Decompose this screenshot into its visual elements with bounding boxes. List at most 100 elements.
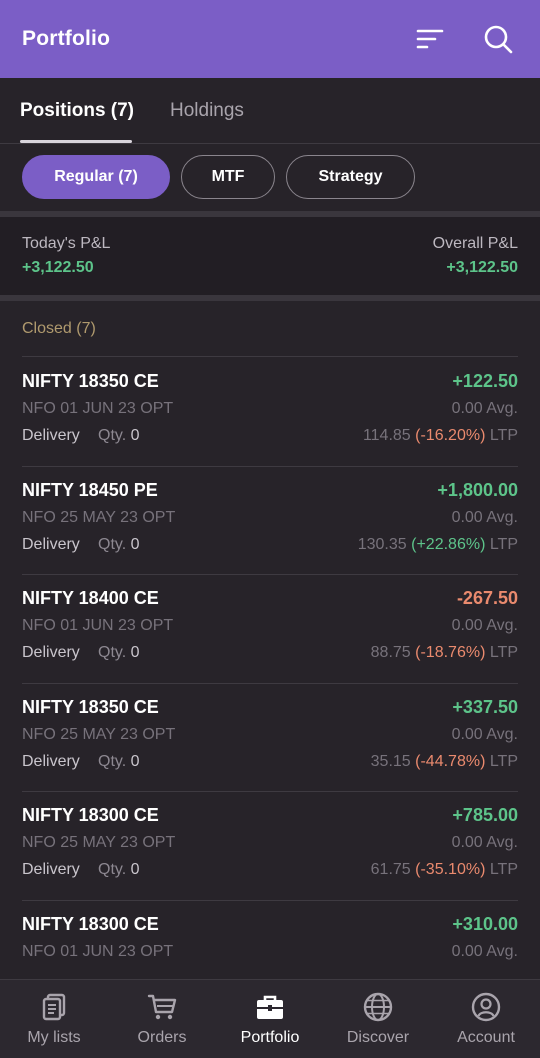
position-pnl: -267.50 [456,588,518,608]
filter-icon [416,29,444,49]
nav-label: Portfolio [240,1029,300,1046]
position-qty: Qty. 0 [98,644,140,662]
position-product: Delivery [22,644,80,661]
nav-account[interactable]: Account [432,980,540,1058]
position-avg-price: 0.00 Avg. [451,400,518,417]
todays-pnl-value: +3,122.50 [22,259,94,276]
position-pnl: +785.00 [452,805,518,825]
qty-value: 0 [130,427,140,444]
position-row[interactable]: NIFTY 18450 PE +1,800.00 NFO 25 MAY 23 OPT… [0,466,540,574]
position-symbol: NIFTY 18450 PE [22,479,158,500]
lists-icon [42,993,66,1021]
qty-value: 0 [130,535,140,553]
section-separator [0,295,540,301]
position-ltp: 35.15 (-44.78%) LTP [371,753,518,771]
position-pnl: +1,800.00 [437,479,518,500]
nav-my-lists[interactable]: My lists [0,980,108,1058]
ltp-change: (-18.76%) [415,644,486,661]
position-exchange: NFO 25 MAY 23 OPT [22,725,176,743]
position-pnl: +310.00 [452,913,518,934]
qty-value: 0 [130,861,140,878]
page-title: Portfolio [22,27,111,50]
position-ltp: 114.85 (-16.20%) LTP [363,427,518,445]
ltp-change: (-35.10%) [415,861,486,878]
nav-portfolio[interactable]: Portfolio [216,980,324,1058]
search-button[interactable] [478,19,518,59]
position-type-chips: Regular (7) MTF Strategy [0,145,540,211]
overall-pnl-value: +3,122.50 [446,259,518,276]
position-avg-price: 0.00 Avg. [451,725,518,743]
position-symbol: NIFTY 18350 CE [22,696,159,717]
closed-section-label: Closed (7) [22,320,96,337]
position-avg-price: 0.00 Avg. [451,834,518,851]
qty-value: 0 [130,752,140,770]
ltp-value: 130.35 [357,535,407,553]
position-row[interactable]: NIFTY 18350 CE +337.50 NFO 25 MAY 23 OPT 0.… [0,683,540,791]
overall-pnl-label: Overall P&L [432,235,518,252]
qty-label: Qty. [98,427,127,444]
position-exchange: NFO 01 JUN 23 OPT [22,400,174,417]
position-ltp: 61.75 (-35.10%) LTP [371,861,518,879]
chip-mtf[interactable]: MTF [181,155,275,199]
briefcase-icon [257,995,283,1019]
qty-label: Qty. [98,752,127,770]
ltp-label: LTP [489,427,518,444]
filter-button[interactable] [410,19,450,59]
position-qty: Qty. 0 [98,861,140,879]
tab-positions[interactable]: Positions (7) [20,100,134,122]
portfolio-tabs: Positions (7) Holdings [0,78,540,144]
position-row[interactable]: NIFTY 18400 CE -267.50 NFO 01 JUN 23 OPT 0.… [0,574,540,682]
pnl-summary: Today's P&L +3,122.50 Overall P&L +3,122… [0,217,540,295]
position-symbol: NIFTY 18400 CE [22,588,159,608]
ltp-value: 114.85 [362,427,411,444]
position-exchange: NFO 01 JUN 23 OPT [22,942,174,960]
position-exchange: NFO 01 JUN 23 OPT [22,617,174,634]
position-symbol: NIFTY 18300 CE [22,913,159,934]
qty-label: Qty. [98,644,127,661]
search-icon [484,25,513,54]
cart-icon [147,994,177,1020]
qty-label: Qty. [98,861,127,878]
position-product: Delivery [22,535,80,553]
qty-value: 0 [130,644,140,661]
nav-discover[interactable]: Discover [324,980,432,1058]
ltp-change: (+22.86%) [411,535,486,553]
chip-strategy[interactable]: Strategy [286,155,415,199]
ltp-label: LTP [489,861,518,878]
ltp-change: (-16.20%) [415,427,486,444]
position-avg-price: 0.00 Avg. [451,617,518,634]
ltp-value: 88.75 [370,644,411,661]
tab-holdings[interactable]: Holdings [170,100,244,122]
nav-label: Account [457,1029,515,1046]
nav-orders[interactable]: Orders [108,980,216,1058]
nav-label: Orders [137,1029,187,1046]
position-ltp: 88.75 (-18.76%) LTP [371,644,518,662]
position-exchange: NFO 25 MAY 23 OPT [22,834,176,851]
position-row[interactable]: NIFTY 18350 CE +122.50 NFO 01 JUN 23 OPT 0.… [0,357,540,465]
position-exchange: NFO 25 MAY 23 OPT [22,508,176,526]
position-symbol: NIFTY 18350 CE [22,371,159,391]
nav-label: Discover [346,1029,410,1046]
app-header: Portfolio [0,0,540,78]
position-symbol: NIFTY 18300 CE [22,805,159,825]
bottom-navigation: My lists Orders Portfolio Discover Accou… [0,979,540,1058]
active-tab-indicator [20,140,132,143]
position-row[interactable]: NIFTY 18300 CE +785.00 NFO 25 MAY 23 OPT 0.… [0,791,540,899]
position-qty: Qty. 0 [98,536,140,554]
chip-regular[interactable]: Regular (7) [22,155,170,199]
ltp-label: LTP [489,752,518,770]
nav-label: My lists [27,1029,81,1046]
ltp-value: 35.15 [370,752,411,770]
position-qty: Qty. 0 [98,753,140,771]
position-product: Delivery [22,427,80,444]
qty-label: Qty. [98,535,127,553]
position-product: Delivery [22,752,80,770]
globe-icon [363,992,393,1022]
ltp-value: 61.75 [370,861,411,878]
position-ltp: 130.35 (+22.86%) LTP [358,536,518,554]
position-pnl: +337.50 [452,696,518,717]
ltp-change: (-44.78%) [415,752,486,770]
ltp-label: LTP [489,535,518,553]
position-avg-price: 0.00 Avg. [451,508,518,526]
todays-pnl-label: Today's P&L [22,235,111,252]
